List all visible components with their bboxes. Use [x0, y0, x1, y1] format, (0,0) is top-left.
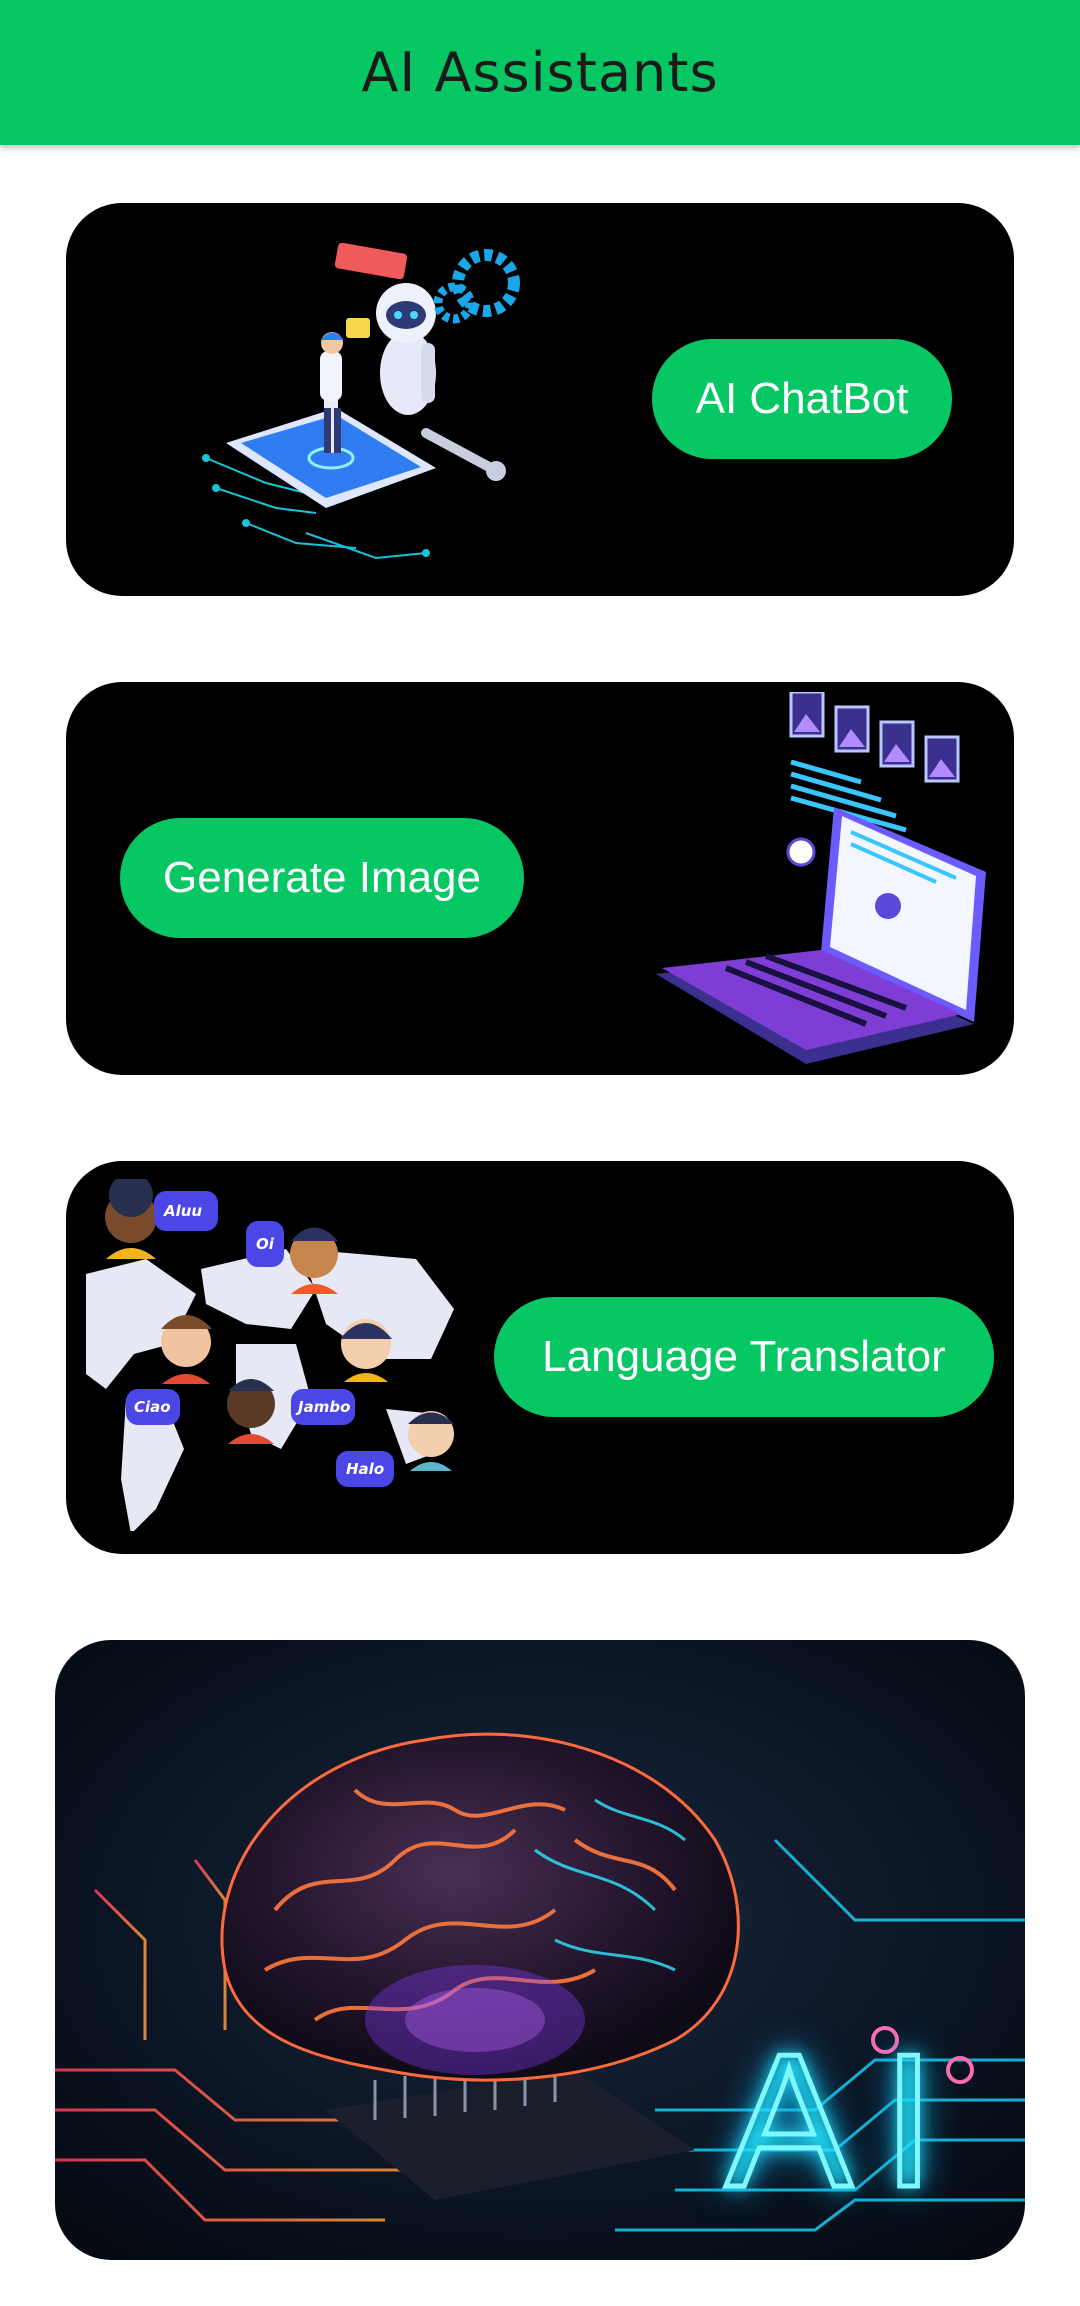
bubble-aluu: Aluu — [163, 1202, 202, 1220]
chatbot-card[interactable]: AI ChatBot — [66, 203, 1014, 596]
app-bar: AI Assistants — [0, 0, 1080, 145]
ai-brain-banner: AI — [55, 1640, 1025, 2260]
language-translator-card[interactable]: Aluu Oi Ciao Jambo Halo Language Transla… — [66, 1161, 1014, 1554]
language-translator-button-label: Language Translator — [542, 1332, 946, 1381]
ai-chatbot-button-label: AI ChatBot — [695, 374, 909, 423]
bubble-ciao: Ciao — [134, 1398, 171, 1416]
ai-neon-label: AI — [723, 2013, 965, 2230]
world-map-languages-illustration: Aluu Oi Ciao Jambo Halo — [86, 1179, 454, 1531]
generate-image-button[interactable]: Generate Image — [120, 818, 524, 938]
bubble-halo: Halo — [346, 1460, 384, 1478]
page-title: AI Assistants — [361, 41, 719, 104]
laptop-image-generation-illustration — [656, 692, 986, 1064]
bubble-jambo: Jambo — [295, 1398, 350, 1416]
bubble-oi: Oi — [256, 1235, 275, 1253]
ai-chatbot-button[interactable]: AI ChatBot — [652, 339, 952, 459]
language-translator-button[interactable]: Language Translator — [494, 1297, 994, 1417]
generate-image-button-label: Generate Image — [163, 853, 481, 902]
generate-image-card[interactable]: Generate Image — [66, 682, 1014, 1075]
robot-assistant-illustration — [202, 243, 520, 560]
